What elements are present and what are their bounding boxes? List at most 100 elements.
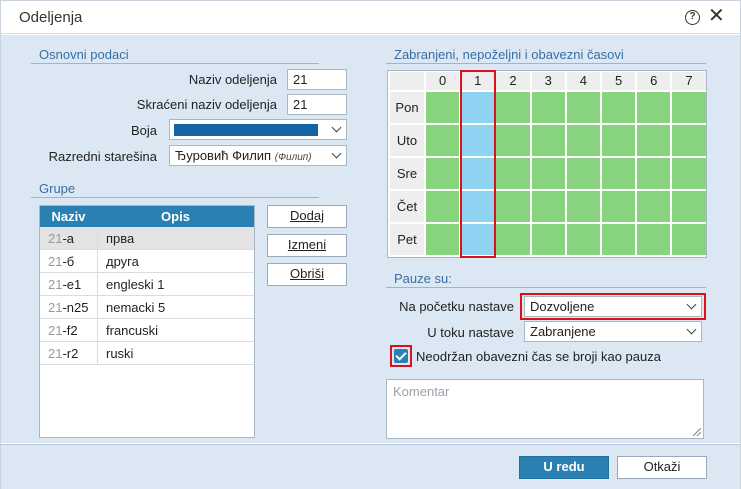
grid-cell[interactable] — [602, 92, 636, 123]
otkazi-button[interactable]: Otkaži — [617, 456, 707, 479]
hour-header-2[interactable]: 2 — [496, 72, 530, 90]
grid-cell[interactable] — [637, 125, 671, 156]
skraceni-input[interactable]: 21 — [287, 94, 347, 115]
grid-cell[interactable] — [672, 224, 706, 255]
obrisi-label: Obriši — [290, 266, 324, 281]
grid-cell[interactable] — [496, 125, 530, 156]
grupa-naziv-prefix: 21 — [48, 346, 63, 361]
grupa-naziv-suffix: -r2 — [62, 346, 79, 361]
grupa-naziv-suffix: -n25 — [62, 300, 89, 315]
resize-grip-icon[interactable] — [693, 428, 701, 436]
hour-header-7[interactable]: 7 — [672, 72, 706, 90]
column-separator — [97, 250, 98, 273]
chevron-down-icon — [686, 324, 697, 335]
grid-cell[interactable] — [531, 92, 565, 123]
column-naziv[interactable]: Naziv — [40, 209, 97, 224]
grid-cell[interactable] — [637, 158, 671, 189]
grid-cell[interactable] — [566, 191, 600, 222]
grid-cell[interactable] — [531, 224, 565, 255]
grid-cell[interactable] — [672, 92, 706, 123]
grupa-opis: francuski — [106, 323, 159, 338]
column-opis[interactable]: Opis — [97, 209, 254, 224]
grid-corner — [390, 72, 424, 90]
close-icon[interactable]: ✕ — [708, 5, 725, 27]
grid-cell[interactable] — [496, 92, 530, 123]
grid-cell[interactable] — [426, 125, 460, 156]
grid-cell[interactable] — [637, 191, 671, 222]
hour-header-3[interactable]: 3 — [531, 72, 565, 90]
grid-cell[interactable] — [602, 125, 636, 156]
grid-cell[interactable] — [672, 125, 706, 156]
komentar-textarea[interactable]: Komentar — [386, 379, 704, 439]
u-toku-select[interactable]: Zabranjene — [524, 321, 702, 342]
table-row[interactable]: 21-f2 francuski — [40, 319, 254, 342]
grid-cell[interactable] — [566, 125, 600, 156]
grid-cell[interactable] — [637, 224, 671, 255]
hour-header-5[interactable]: 5 — [602, 72, 636, 90]
neodrzan-label: Neodržan obavezni čas se broji kao pauza — [416, 349, 661, 364]
grid-cell[interactable] — [426, 224, 460, 255]
grupa-naziv-prefix: 21 — [48, 300, 63, 315]
table-row[interactable]: 21-a прва — [40, 227, 254, 250]
day-header[interactable]: Pon — [390, 92, 424, 123]
grid-cell[interactable] — [566, 92, 600, 123]
day-header[interactable]: Sre — [390, 158, 424, 189]
grid-cell[interactable] — [496, 191, 530, 222]
grid-cell[interactable] — [531, 158, 565, 189]
grupa-opis: nemacki 5 — [106, 300, 166, 315]
u-toku-label: U toku nastave — [427, 325, 514, 340]
hour-header-6[interactable]: 6 — [637, 72, 671, 90]
boja-label: Boja — [130, 123, 157, 138]
column-separator — [97, 296, 98, 319]
na-pocetku-highlight — [520, 293, 706, 320]
naziv-label: Naziv odeljenja — [188, 72, 277, 87]
staresina-hint: (Филип) — [274, 152, 312, 163]
table-row[interactable]: 21-r2 ruski — [40, 342, 254, 365]
boja-color-swatch — [174, 124, 318, 136]
osnovni-podaci-title: Osnovni podaci — [39, 47, 129, 62]
komentar-placeholder: Komentar — [393, 384, 450, 399]
help-icon[interactable]: ? — [685, 10, 700, 25]
hour-header-0[interactable]: 0 — [426, 72, 460, 90]
obrisi-button[interactable]: Obriši — [267, 263, 347, 286]
grid-cell[interactable] — [637, 92, 671, 123]
u-redu-button[interactable]: U redu — [519, 456, 609, 479]
grid-cell[interactable] — [426, 158, 460, 189]
grid-cell[interactable] — [426, 191, 460, 222]
grid-cell[interactable] — [531, 125, 565, 156]
table-row[interactable]: 21-б друга — [40, 250, 254, 273]
naziv-input[interactable]: 21 — [287, 69, 347, 90]
dodaj-button[interactable]: Dodaj — [267, 205, 347, 228]
grupa-opis: ruski — [106, 346, 134, 361]
grid-cell[interactable] — [672, 158, 706, 189]
izmeni-button[interactable]: Izmeni — [267, 234, 347, 257]
grid-cell[interactable] — [426, 92, 460, 123]
grid-cell[interactable] — [566, 158, 600, 189]
grid-cell[interactable] — [602, 158, 636, 189]
grupa-opis: прва — [106, 231, 135, 246]
grupa-naziv-prefix: 21 — [48, 277, 63, 292]
na-pocetku-label: Na početku nastave — [399, 299, 514, 314]
column-separator — [97, 319, 98, 342]
day-header[interactable]: Pet — [390, 224, 424, 255]
staresina-label: Razredni starešina — [48, 149, 157, 164]
day-header[interactable]: Uto — [390, 125, 424, 156]
staresina-select[interactable]: Ђуровић Филип (Филип) — [169, 145, 347, 166]
table-row[interactable]: 21-n25 nemacki 5 — [40, 296, 254, 319]
casovi-divider — [386, 63, 706, 64]
hour-header-4[interactable]: 4 — [566, 72, 600, 90]
grid-cell[interactable] — [496, 224, 530, 255]
casovi-grid: 0 1 2 3 4 5 6 7 Pon Uto Sre Čet Pet — [387, 70, 707, 258]
boja-select[interactable] — [169, 119, 347, 140]
grid-cell[interactable] — [496, 158, 530, 189]
grid-cell[interactable] — [566, 224, 600, 255]
grupa-naziv-suffix: -e1 — [62, 277, 82, 292]
day-header[interactable]: Čet — [390, 191, 424, 222]
table-row[interactable]: 21-e1 engleski 1 — [40, 273, 254, 296]
chevron-down-icon — [331, 148, 342, 159]
grid-cell[interactable] — [531, 191, 565, 222]
grid-cell[interactable] — [602, 191, 636, 222]
grupa-opis: друга — [106, 254, 139, 269]
grid-cell[interactable] — [602, 224, 636, 255]
grid-cell[interactable] — [672, 191, 706, 222]
